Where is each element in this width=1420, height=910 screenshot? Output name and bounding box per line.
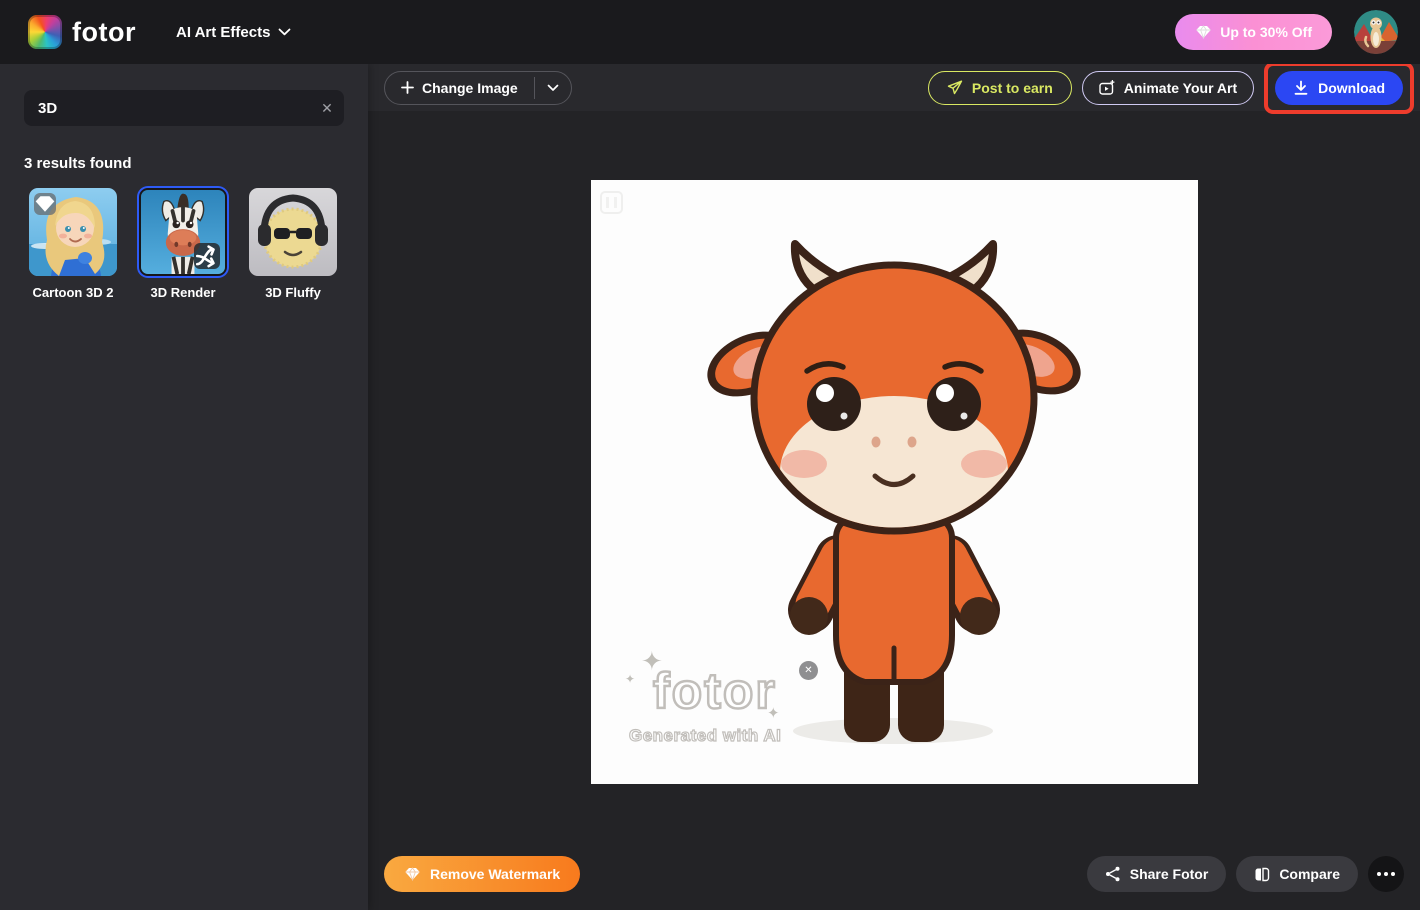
nav-ai-art-effects[interactable]: AI Art Effects (176, 24, 291, 41)
share-icon (1105, 866, 1121, 882)
search-input[interactable] (24, 90, 310, 126)
share-fotor-label: Share Fotor (1130, 866, 1209, 882)
animate-icon (1099, 80, 1115, 96)
compare-button[interactable]: Compare (1236, 856, 1358, 892)
compare-icon (1254, 867, 1270, 882)
paper-plane-icon (947, 80, 963, 95)
main-workspace: Change Image Post to earn (368, 64, 1420, 910)
sparkle-icon: ✦ (625, 672, 635, 686)
nav-label: AI Art Effects (176, 24, 270, 41)
search-bar: ✕ (24, 90, 344, 126)
annotation-highlight-box: Download (1264, 62, 1414, 114)
ellipsis-dot (1391, 872, 1395, 876)
effect-label: Cartoon 3D 2 (29, 285, 117, 300)
effect-label: 3D Fluffy (249, 285, 337, 300)
change-image-label: Change Image (422, 80, 518, 96)
effect-thumbnails: Cartoon 3D 2 (29, 188, 337, 300)
animate-your-art-label: Animate Your Art (1124, 80, 1237, 96)
animate-your-art-button[interactable]: Animate Your Art (1082, 71, 1254, 105)
compare-label: Compare (1279, 866, 1340, 882)
more-options-button[interactable] (1368, 856, 1404, 892)
upgrade-offer-button[interactable]: Up to 30% Off (1175, 14, 1332, 50)
diamond-icon (404, 867, 421, 881)
remove-watermark-button[interactable]: Remove Watermark (384, 856, 580, 892)
effect-item-3d-render[interactable]: 3D Render (139, 188, 227, 300)
fotor-logo-word: fotor (72, 17, 136, 48)
watermark-subtitle: Generated with AI (629, 726, 781, 746)
ellipsis-dot (1384, 872, 1388, 876)
shuffle-icon (194, 243, 220, 269)
results-count-heading: 3 results found (24, 155, 132, 172)
header-right-group: Up to 30% Off (1175, 10, 1398, 54)
ellipsis-dot (1377, 872, 1381, 876)
workspace-footer: Remove Watermark Share Fotor (368, 856, 1420, 892)
toolbar-right-group: Post to earn Animate Your Art (928, 62, 1404, 114)
premium-badge (34, 193, 56, 215)
top-header: fotor AI Art Effects Up to 30% Off (0, 0, 1420, 64)
diamond-icon (34, 193, 56, 215)
effect-thumbnail (249, 188, 337, 276)
shuffle-effect-button[interactable] (194, 243, 220, 269)
3d-fluffy-preview (249, 188, 337, 276)
chevron-down-icon (547, 84, 559, 92)
fotor-logo[interactable]: fotor (28, 15, 136, 49)
effect-label: 3D Render (139, 285, 227, 300)
share-fotor-button[interactable]: Share Fotor (1087, 856, 1227, 892)
change-image-split-button: Change Image (384, 71, 572, 105)
change-image-dropdown-button[interactable] (535, 72, 571, 104)
user-avatar[interactable] (1354, 10, 1398, 54)
chevron-down-icon (278, 28, 291, 36)
diamond-icon (1195, 25, 1212, 39)
ai-style-corner-mark (600, 191, 623, 214)
effect-thumbnail (29, 188, 117, 276)
plus-icon (401, 81, 414, 94)
effects-sidebar: ✕ 3 results found (0, 64, 368, 910)
effect-item-3d-fluffy[interactable]: 3D Fluffy (249, 188, 337, 300)
download-label: Download (1318, 80, 1385, 96)
download-icon (1293, 80, 1309, 96)
remove-watermark-label: Remove Watermark (430, 866, 560, 882)
change-image-button[interactable]: Change Image (385, 72, 534, 104)
watermark-logo-text: fotor (653, 662, 777, 720)
workspace-toolbar: Change Image Post to earn (368, 64, 1420, 111)
post-to-earn-button[interactable]: Post to earn (928, 71, 1072, 105)
app-window: fotor AI Art Effects Up to 30% Off (0, 0, 1420, 910)
footer-right-group: Share Fotor Compare (1087, 856, 1404, 892)
effect-thumbnail-selected (139, 188, 227, 276)
post-to-earn-label: Post to earn (972, 80, 1053, 96)
download-button[interactable]: Download (1275, 71, 1403, 105)
avatar-illustration (1354, 10, 1398, 54)
promo-label: Up to 30% Off (1220, 24, 1312, 40)
generated-image: ✦ ✦ ✦ fotor Generated with AI ✕ (591, 180, 1198, 784)
clear-search-icon[interactable]: ✕ (310, 100, 344, 117)
effect-item-cartoon-3d-2[interactable]: Cartoon 3D 2 (29, 188, 117, 300)
remove-watermark-close-icon[interactable]: ✕ (799, 661, 818, 680)
fotor-logo-icon (28, 15, 62, 49)
